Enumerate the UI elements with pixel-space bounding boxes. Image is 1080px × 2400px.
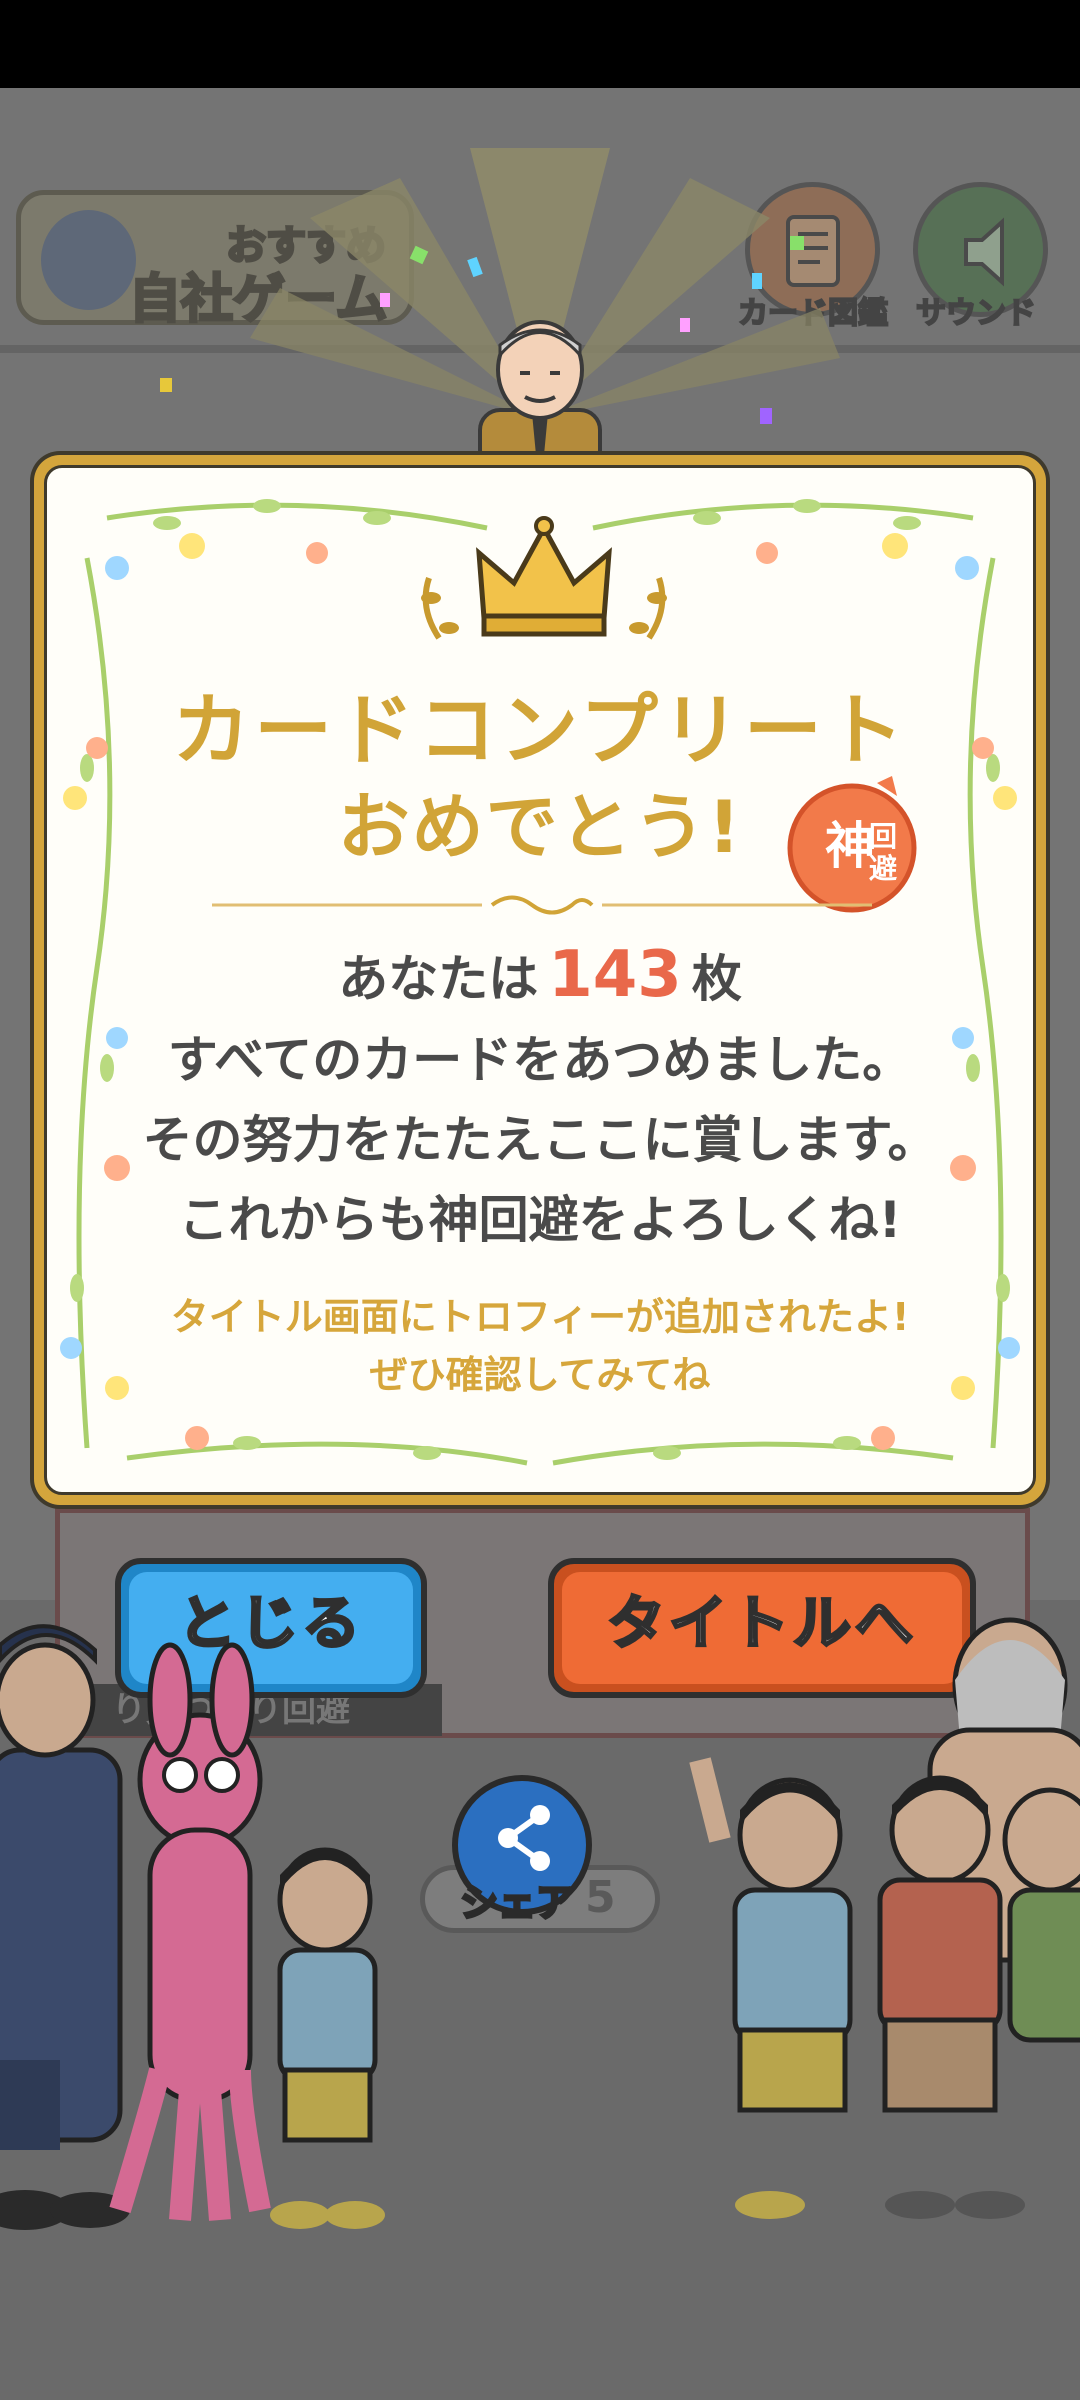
stamp-char-2: 回: [869, 820, 897, 853]
card-complete-dialog: カードコンプリート おめでとう! 神 回 避 あなたは 143 枚 すべてのカードを…: [34, 455, 1046, 1505]
trophy-note-line1: タイトル画面にトロフィーが追加されたよ!: [170, 1295, 910, 1339]
boss-character: [478, 320, 602, 465]
police-officer-character: [0, 1624, 130, 2230]
ornament-divider: [212, 895, 872, 915]
cheering-group-characters: [689, 1617, 1080, 2219]
characters-layer: [0, 1617, 1080, 2230]
stamp-char-3: 避: [869, 852, 897, 885]
message-line4: これからも神回避をよろしくね!: [178, 1191, 902, 1249]
message-line3: その努力をたたえここに賞します。: [142, 1111, 938, 1169]
message-count-line: あなたは 143 枚: [47, 938, 1033, 1012]
trophy-note-line2: ぜひ確認してみてね: [369, 1353, 711, 1397]
message-prefix: あなたは: [338, 950, 539, 1008]
thinking-boy-character: [270, 1847, 385, 2229]
dialog-content: カードコンプリート おめでとう! 神 回 避 あなたは 143 枚 すべてのカードを…: [44, 465, 1036, 1495]
message-line2: すべてのカードをあつめました。: [167, 1031, 913, 1089]
message-suffix: 枚: [691, 950, 742, 1008]
pink-rabbit-character: [109, 1642, 271, 2221]
status-bar: [0, 0, 1080, 88]
card-count: 143: [548, 938, 682, 1012]
dialog-title-line1: カードコンプリート: [172, 686, 908, 776]
crown-icon: [421, 516, 667, 640]
stamp-char-1: 神: [825, 817, 875, 875]
